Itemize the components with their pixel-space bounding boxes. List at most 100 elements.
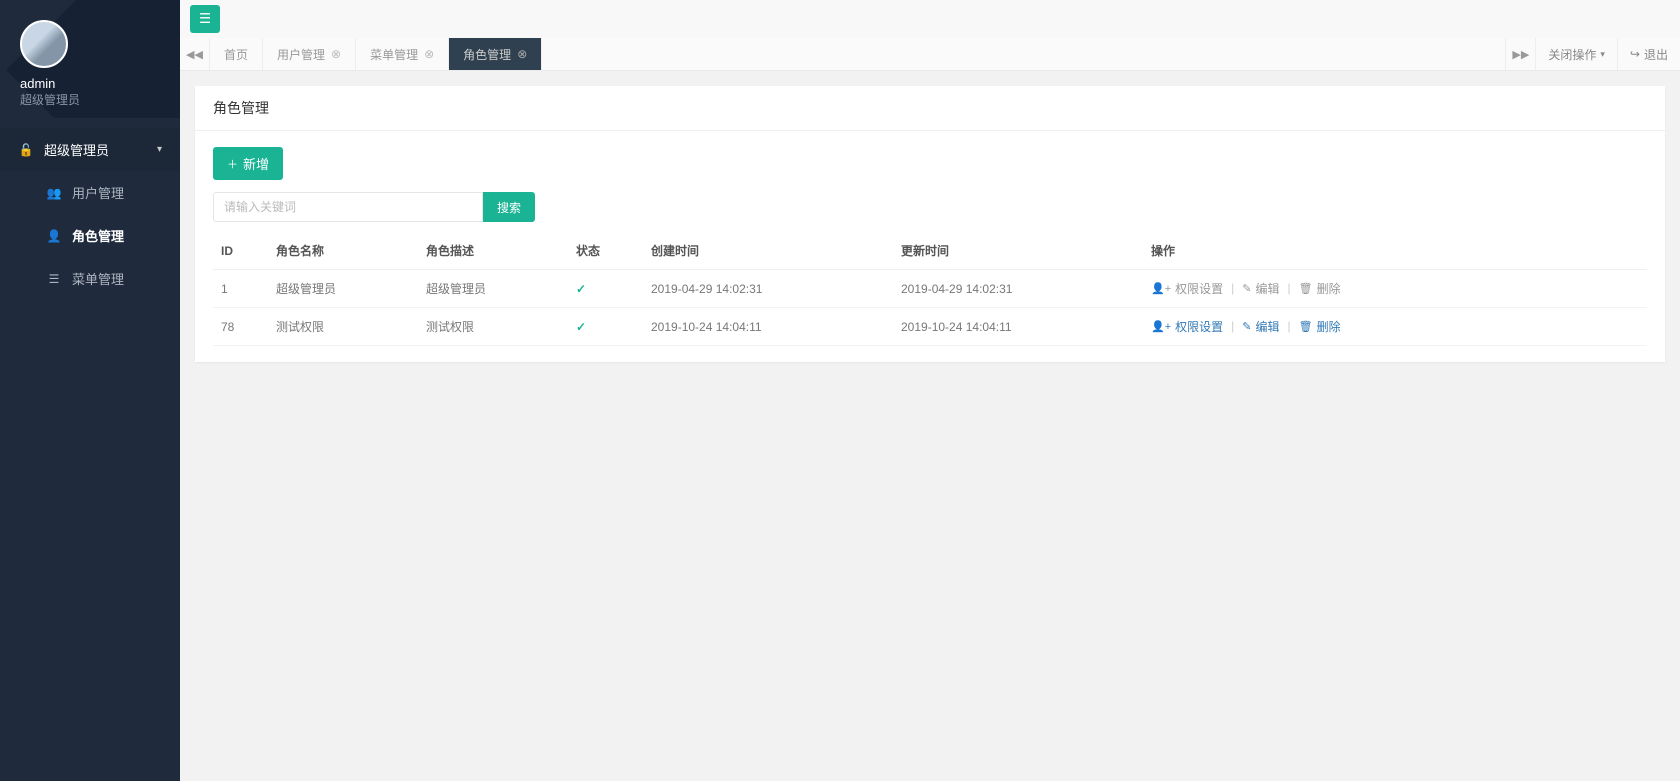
check-icon: ✓: [576, 320, 586, 334]
trash-icon: 🗑: [1299, 320, 1313, 333]
users-icon: 👥: [46, 186, 62, 200]
tabs-scroll-right-button[interactable]: ▶▶: [1505, 38, 1535, 70]
col-name: 角色名称: [268, 232, 418, 270]
table-row: 1超级管理员超级管理员✓2019-04-29 14:02:312019-04-2…: [213, 270, 1647, 308]
hamburger-icon: ☰: [199, 11, 211, 27]
close-icon[interactable]: ⊗: [424, 47, 434, 61]
panel-title: 角色管理: [195, 86, 1665, 131]
cell-created: 2019-10-24 14:04:11: [643, 308, 893, 346]
cell-status: ✓: [568, 270, 643, 308]
topbar: ☰: [180, 0, 1680, 38]
col-desc: 角色描述: [418, 232, 568, 270]
separator: |: [1288, 319, 1291, 333]
trash-icon: 🗑: [1299, 282, 1313, 295]
double-chevron-right-icon: ▶▶: [1512, 48, 1529, 61]
cell-updated: 2019-04-29 14:02:31: [893, 270, 1143, 308]
delete-link[interactable]: 🗑删除: [1299, 318, 1341, 335]
perm-link: 👤+权限设置: [1151, 280, 1223, 297]
separator: |: [1231, 281, 1234, 295]
caret-down-icon: ▾: [1600, 49, 1605, 60]
cell-updated: 2019-10-24 14:04:11: [893, 308, 1143, 346]
close-ops-dropdown[interactable]: 关闭操作 ▾: [1535, 38, 1617, 70]
tabbar: ◀◀ 首页 用户管理 ⊗ 菜单管理 ⊗ 角色管理 ⊗ ▶▶ 关闭操作: [180, 38, 1680, 71]
edit-icon: ✎: [1242, 282, 1251, 295]
nav-sub: 👥 用户管理 👤 角色管理 ☰ 菜单管理: [0, 171, 180, 300]
col-updated: 更新时间: [893, 232, 1143, 270]
table-row: 78测试权限测试权限✓2019-10-24 14:04:112019-10-24…: [213, 308, 1647, 346]
table-header: ID 角色名称 角色描述 状态 创建时间 更新时间 操作: [213, 232, 1647, 270]
tab-label: 用户管理: [277, 46, 325, 63]
close-icon[interactable]: ⊗: [331, 47, 341, 61]
logout-button[interactable]: ↪ 退出: [1617, 38, 1680, 70]
cell-ops: 👤+权限设置 | ✎编辑 | 🗑删除: [1143, 308, 1647, 346]
tab-user-mgmt[interactable]: 用户管理 ⊗: [263, 38, 356, 70]
check-icon: ✓: [576, 282, 586, 296]
sidebar-item-user-mgmt[interactable]: 👥 用户管理: [18, 171, 180, 214]
sidebar: admin 超级管理员 🔓 超级管理员 ▾ 👥 用户管理 👤 角色管理 ☰ 菜单…: [0, 0, 180, 781]
separator: |: [1231, 319, 1234, 333]
tab-label: 菜单管理: [370, 46, 418, 63]
main: ☰ ◀◀ 首页 用户管理 ⊗ 菜单管理 ⊗ 角色管理 ⊗ ▶▶: [180, 0, 1680, 781]
nav-top-label: 超级管理员: [44, 140, 109, 159]
toggle-sidebar-button[interactable]: ☰: [190, 5, 220, 33]
sidebar-item-label: 菜单管理: [72, 269, 124, 288]
unlock-icon: 🔓: [18, 143, 34, 157]
edit-link: ✎编辑: [1242, 280, 1279, 297]
user-icon: 👤: [46, 229, 62, 243]
double-chevron-left-icon: ◀◀: [186, 48, 203, 61]
col-created: 创建时间: [643, 232, 893, 270]
cell-id: 1: [213, 270, 268, 308]
table-body: 1超级管理员超级管理员✓2019-04-29 14:02:312019-04-2…: [213, 270, 1647, 346]
col-status: 状态: [568, 232, 643, 270]
cell-name: 测试权限: [268, 308, 418, 346]
logout-label: 退出: [1644, 46, 1668, 63]
col-ops: 操作: [1143, 232, 1647, 270]
sidebar-item-label: 角色管理: [72, 226, 124, 245]
cell-ops: 👤+权限设置|✎编辑|🗑删除: [1143, 270, 1647, 308]
tab-label: 角色管理: [463, 46, 511, 63]
user-name: admin: [20, 76, 160, 91]
roles-table: ID 角色名称 角色描述 状态 创建时间 更新时间 操作 1超级管理员超级管理员…: [213, 232, 1647, 346]
nav-section: 🔓 超级管理员 ▾ 👥 用户管理 👤 角色管理 ☰ 菜单管理: [0, 128, 180, 300]
chevron-down-icon: ▾: [157, 144, 162, 155]
search-button[interactable]: 搜索: [483, 192, 535, 222]
sidebar-item-menu-mgmt[interactable]: ☰ 菜单管理: [18, 257, 180, 300]
tab-home[interactable]: 首页: [210, 38, 263, 70]
plus-icon: ＋: [227, 156, 238, 172]
close-icon[interactable]: ⊗: [517, 47, 527, 61]
cell-id: 78: [213, 308, 268, 346]
edit-icon: ✎: [1242, 320, 1251, 333]
cell-status: ✓: [568, 308, 643, 346]
close-ops-label: 关闭操作: [1548, 46, 1596, 63]
delete-link: 🗑删除: [1299, 280, 1341, 297]
user-info: admin 超级管理员: [20, 76, 160, 108]
tab-menu-mgmt[interactable]: 菜单管理 ⊗: [356, 38, 449, 70]
cell-desc: 超级管理员: [418, 270, 568, 308]
cell-name: 超级管理员: [268, 270, 418, 308]
sidebar-item-role-mgmt[interactable]: 👤 角色管理: [18, 214, 180, 257]
col-id: ID: [213, 232, 268, 270]
cell-created: 2019-04-29 14:02:31: [643, 270, 893, 308]
edit-link[interactable]: ✎编辑: [1242, 318, 1279, 335]
tab-role-mgmt[interactable]: 角色管理 ⊗: [449, 38, 542, 70]
user-plus-icon: 👤+: [1151, 282, 1171, 295]
panel-body: ＋ 新增 搜索 ID 角色名称 角色描述 状态 创建时间: [195, 131, 1665, 362]
cell-desc: 测试权限: [418, 308, 568, 346]
sidebar-header: admin 超级管理员: [0, 0, 180, 118]
add-button[interactable]: ＋ 新增: [213, 147, 283, 180]
user-plus-icon: 👤+: [1151, 320, 1171, 333]
logout-icon: ↪: [1630, 47, 1640, 61]
table-header-row: ID 角色名称 角色描述 状态 创建时间 更新时间 操作: [213, 232, 1647, 270]
sidebar-item-label: 用户管理: [72, 183, 124, 202]
panel: 角色管理 ＋ 新增 搜索 ID 角色名称 角色描述: [195, 86, 1665, 362]
nav-top-superadmin[interactable]: 🔓 超级管理员 ▾: [0, 128, 180, 171]
search-input[interactable]: [213, 192, 483, 222]
tabs-scroll-left-button[interactable]: ◀◀: [180, 38, 210, 70]
perm-link[interactable]: 👤+权限设置: [1151, 318, 1223, 335]
tabs-container: 首页 用户管理 ⊗ 菜单管理 ⊗ 角色管理 ⊗: [210, 38, 1505, 70]
avatar[interactable]: [20, 20, 68, 68]
search-row: 搜索: [213, 192, 1647, 222]
add-button-label: 新增: [243, 154, 269, 173]
user-role-label: 超级管理员: [20, 91, 160, 108]
tab-label: 首页: [224, 46, 248, 63]
